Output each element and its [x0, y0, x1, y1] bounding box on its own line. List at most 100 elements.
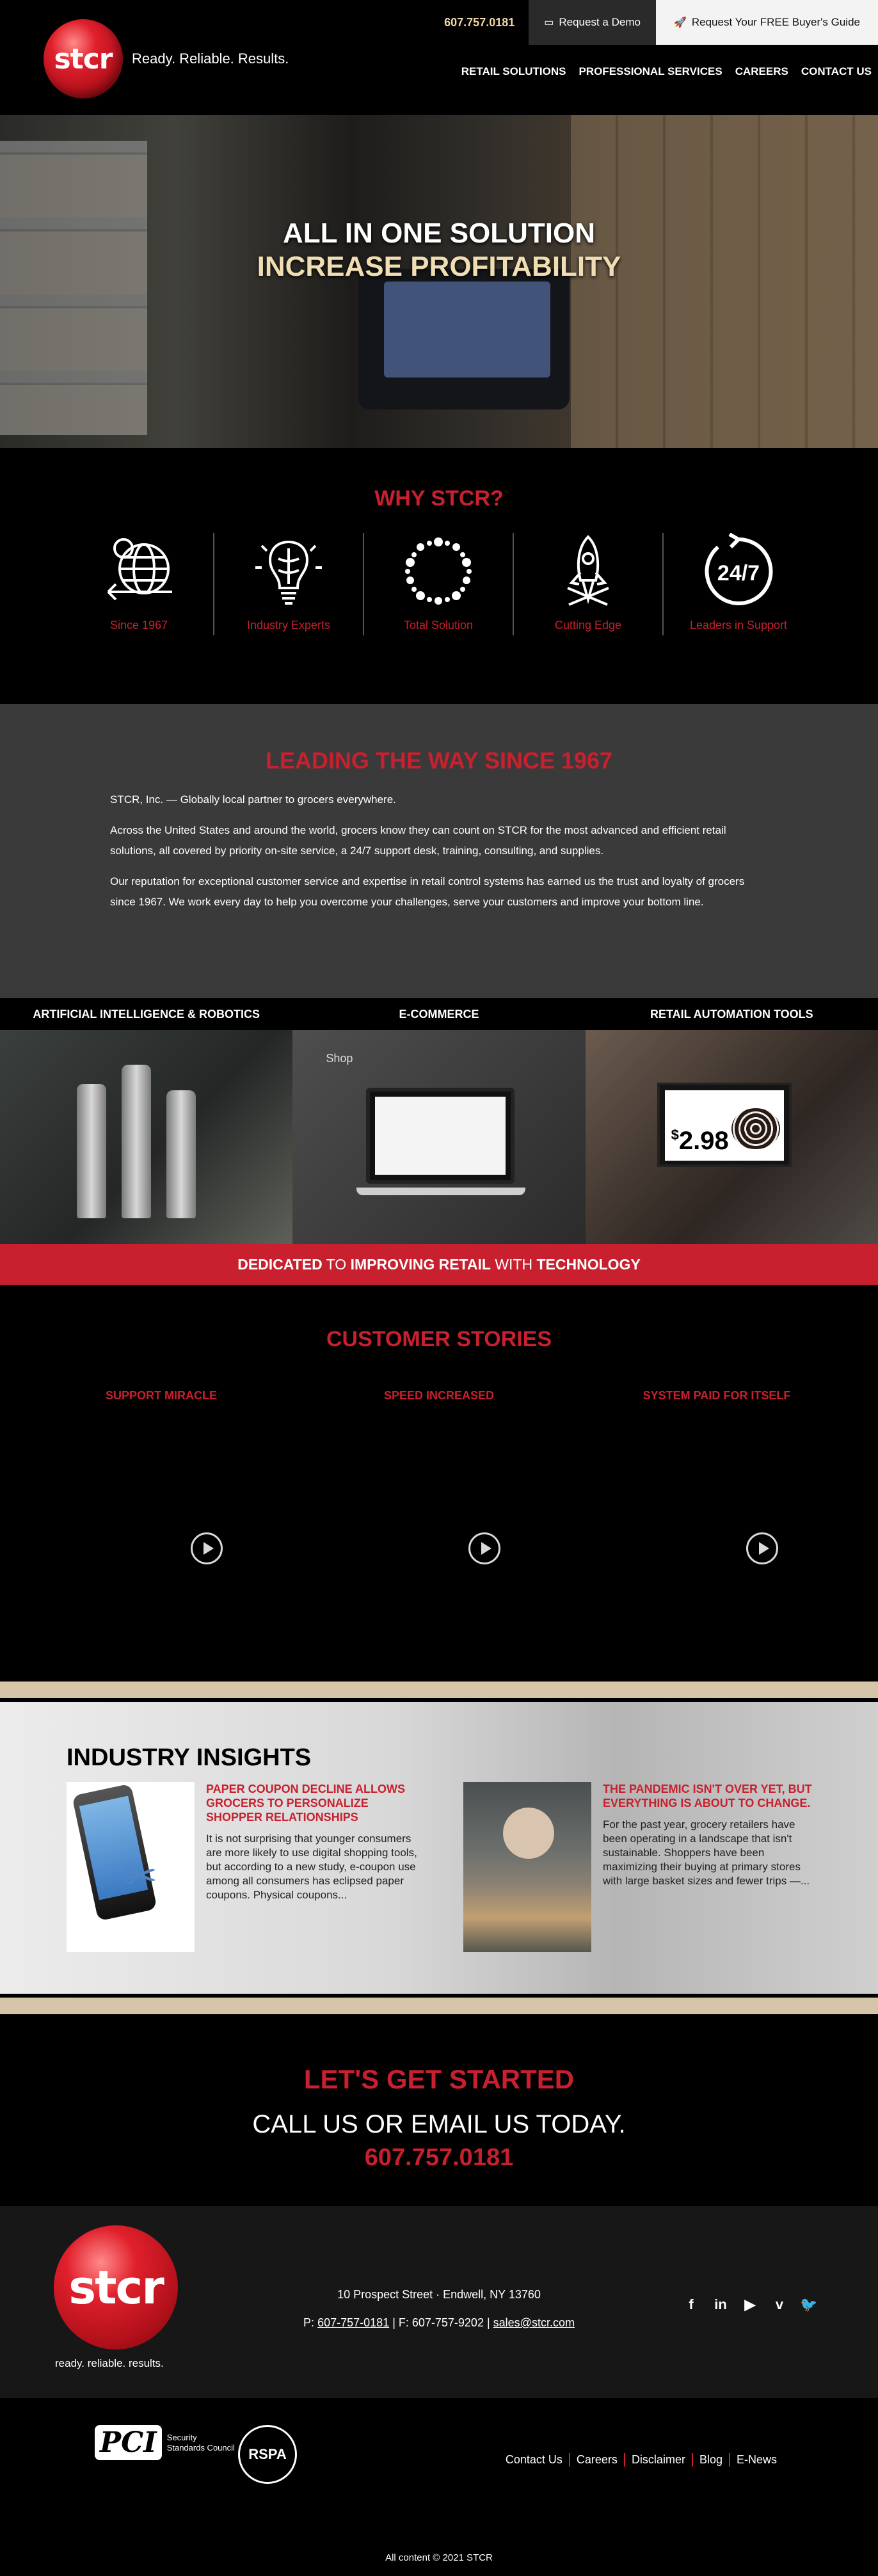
started-call-text: CALL US OR EMAIL US TODAY. [252, 2110, 626, 2138]
header-phone-link[interactable]: 607.757.0181 [444, 16, 515, 29]
get-started-section: LET'S GET STARTED CALL US OR EMAIL US TO… [0, 2014, 878, 2206]
article-image-coupon[interactable]: ✂ [67, 1782, 195, 1952]
pci-text: Security Standards Council [167, 2433, 235, 2453]
nav-retail-solutions[interactable]: RETAIL SOLUTIONS [461, 65, 566, 78]
robot-image [77, 1084, 106, 1218]
shop-label: Shop [326, 1052, 353, 1065]
why-item-total-solution: Total Solution [364, 533, 514, 635]
solutions-headings: ARTIFICIAL INTELLIGENCE & ROBOTICS E-COM… [0, 998, 878, 1030]
footer-logo[interactable]: stcr [54, 2225, 178, 2349]
footer-links: Contact Us Careers Disclaimer Blog E-New… [499, 2453, 783, 2467]
dedicated-word-1: DEDICATED [237, 1256, 323, 1273]
nav-contact-us[interactable]: CONTACT US [801, 65, 872, 78]
lightbulb-brain-icon [247, 533, 330, 610]
scissors-icon: ✂ [124, 1854, 157, 1898]
story-label[interactable]: SUPPORT MIRACLE [35, 1389, 287, 1403]
leading-title: LEADING THE WAY SINCE 1967 [265, 747, 613, 774]
solution-panel-ai-robotics[interactable] [0, 1030, 293, 1244]
article-card: THE PANDEMIC ISN'T OVER YET, BUT EVERYTH… [463, 1782, 860, 1952]
footer-link-disclaimer[interactable]: Disclaimer [623, 2453, 692, 2467]
nav-professional-services[interactable]: PROFESSIONAL SERVICES [579, 65, 722, 78]
why-label-leaders-in-support: Leaders in Support [689, 619, 788, 632]
footer-link-careers[interactable]: Careers [568, 2453, 624, 2467]
logo-text: stcr [54, 42, 113, 76]
shelf-label-screen: $2.98 [664, 1090, 784, 1161]
story-label[interactable]: SYSTEM PAID FOR ITSELF [591, 1389, 843, 1403]
insights-articles: ✂ PAPER COUPON DECLINE ALLOWS GROCERS TO… [67, 1782, 878, 1952]
request-demo-label: Request a Demo [559, 16, 641, 28]
laptop-base [356, 1188, 526, 1195]
nav-careers[interactable]: CAREERS [735, 65, 788, 78]
shopper-image [503, 1808, 554, 1859]
hero-banner: ALL IN ONE SOLUTION INCREASE PROFITABILI… [0, 115, 878, 448]
vimeo-icon[interactable]: v [769, 2294, 790, 2315]
site-footer: stcr ready. reliable. results. 10 Prospe… [0, 2206, 878, 2398]
buyers-guide-button[interactable]: 🚀 Request Your FREE Buyer's Guide [655, 0, 878, 45]
article-title[interactable]: PAPER COUPON DECLINE ALLOWS GROCERS TO P… [206, 1783, 405, 1824]
phone-prefix: P: [303, 2316, 315, 2329]
dedicated-word-5: TECHNOLOGY [536, 1256, 641, 1273]
why-item-cutting-edge: Cutting Edge [514, 533, 664, 635]
twitter-icon[interactable]: 🐦 [799, 2294, 819, 2315]
request-demo-button[interactable]: ▭ Request a Demo [529, 0, 656, 45]
rocket-icon: 🚀 [673, 17, 687, 28]
footer-link-blog[interactable]: Blog [691, 2453, 729, 2467]
solution-panel-retail-automation[interactable]: $2.98 [585, 1030, 878, 1244]
story-card: SUPPORT MIRACLE [35, 1372, 287, 1564]
linkedin-icon[interactable]: in [710, 2294, 731, 2315]
footer-tagline: ready. reliable. results. [55, 2357, 164, 2369]
header-tagline: Ready. Reliable. Results. [132, 51, 289, 67]
insights-title: INDUSTRY INSIGHTS [67, 1744, 312, 1771]
solution-head-ecommerce[interactable]: E-COMMERCE [292, 998, 585, 1030]
pci-mark: PCI [95, 2425, 162, 2460]
why-label-cutting-edge: Cutting Edge [554, 619, 622, 632]
copyright: All content © 2021 STCR [385, 2552, 493, 2563]
facebook-icon[interactable]: f [681, 2294, 701, 2315]
why-label-industry-experts: Industry Experts [246, 619, 331, 632]
hero-headline-1: ALL IN ONE SOLUTION [282, 218, 596, 249]
article-card: ✂ PAPER COUPON DECLINE ALLOWS GROCERS TO… [67, 1782, 463, 1952]
youtube-icon[interactable]: ▶ [740, 2294, 760, 2315]
story-card: SPEED INCREASED [313, 1372, 565, 1564]
story-label[interactable]: SPEED INCREASED [313, 1389, 565, 1403]
footer-fax: | F: 607-757-9202 | [392, 2316, 490, 2329]
shelf-label-price: $2.98 [671, 1127, 729, 1156]
social-links: f in ▶ v 🐦 [681, 2294, 819, 2315]
article-body: THE PANDEMIC ISN'T OVER YET, BUT EVERYTH… [603, 1782, 820, 1952]
dedicated-banner: DEDICATED TO IMPROVING RETAIL WITH TECHN… [0, 1244, 878, 1285]
leading-paragraph-3: Our reputation for exceptional customer … [110, 875, 745, 908]
solutions-panels: Shop $2.98 [0, 1030, 878, 1244]
solution-panel-ecommerce[interactable]: Shop [292, 1030, 586, 1244]
dedicated-word-2: TO [326, 1256, 347, 1273]
divider-band [0, 1682, 878, 1698]
footer-email-link[interactable]: sales@stcr.com [493, 2316, 575, 2329]
solution-head-retail-automation[interactable]: RETAIL AUTOMATION TOOLS [586, 998, 878, 1030]
stories-title: CUSTOMER STORIES [326, 1327, 552, 1351]
footer-phone-link[interactable]: 607-757-0181 [317, 2316, 389, 2329]
article-body: PAPER COUPON DECLINE ALLOWS GROCERS TO P… [206, 1782, 424, 1952]
article-title[interactable]: THE PANDEMIC ISN'T OVER YET, BUT EVERYTH… [603, 1783, 812, 1809]
robot-image [122, 1065, 151, 1218]
why-label-total-solution: Total Solution [403, 619, 474, 632]
leading-paragraph-2: Across the United States and around the … [110, 824, 726, 857]
footer-bottom: PCI Security Standards Council RSPA Cont… [0, 2398, 878, 2576]
site-logo[interactable]: stcr Ready. Reliable. Results. [44, 19, 289, 99]
solution-head-ai-robotics[interactable]: ARTIFICIAL INTELLIGENCE & ROBOTICS [0, 998, 292, 1030]
pci-text-2: Standards Council [166, 2442, 235, 2453]
top-bar: 607.757.0181 ▭ Request a Demo 🚀 Request … [444, 0, 878, 45]
site-header: stcr Ready. Reliable. Results. 607.757.0… [0, 0, 878, 115]
electronic-shelf-label: $2.98 [657, 1083, 792, 1167]
price-value: 2.98 [678, 1127, 729, 1155]
why-item-since-1967: Since 1967 [65, 533, 214, 635]
footer-link-contact[interactable]: Contact Us [499, 2453, 569, 2467]
buyers-guide-label: Request Your FREE Buyer's Guide [691, 16, 860, 28]
24-7-icon: 24/7 [697, 533, 780, 610]
footer-link-enews[interactable]: E-News [728, 2453, 783, 2467]
stories-row: SUPPORT MIRACLE SPEED INCREASED SYSTEM P… [0, 1372, 878, 1564]
story-card: SYSTEM PAID FOR ITSELF [591, 1372, 843, 1564]
article-image-pandemic[interactable] [463, 1782, 591, 1952]
started-phone-link[interactable]: 607.757.0181 [0, 2144, 878, 2172]
why-label-since-1967: Since 1967 [109, 619, 168, 632]
cookie-image [731, 1108, 780, 1149]
dedicated-word-3: IMPROVING RETAIL [350, 1256, 491, 1273]
